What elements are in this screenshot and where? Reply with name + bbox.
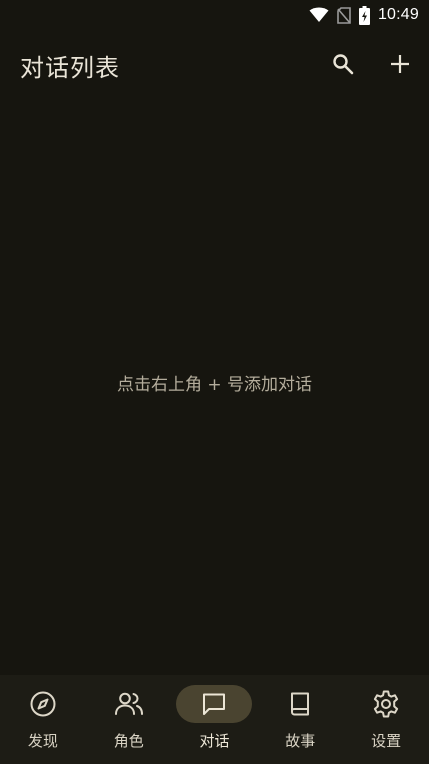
nav-icon-container xyxy=(348,685,424,723)
status-bar: 10:49 xyxy=(0,0,429,30)
nav-item-stories[interactable]: 故事 xyxy=(257,675,343,764)
book-icon xyxy=(291,692,310,716)
add-icon xyxy=(391,55,409,73)
empty-state-message: 点击右上角 + 号添加对话 xyxy=(116,375,313,395)
nav-item-conversations[interactable]: 对话 xyxy=(172,675,258,764)
gear-icon xyxy=(373,690,399,718)
nav-label: 对话 xyxy=(199,732,230,750)
nav-icon-container xyxy=(262,685,338,723)
page-title: 对话列表 xyxy=(20,54,120,82)
nav-label: 发现 xyxy=(27,732,58,750)
nav-icon-container xyxy=(91,685,167,723)
nav-icon-container xyxy=(5,685,81,723)
nav-item-characters[interactable]: 角色 xyxy=(86,675,172,764)
app-bar: 对话列表 xyxy=(0,40,429,88)
bottom-navigation: 发现 角色 对话 故事 设置 xyxy=(0,675,429,764)
add-conversation-button[interactable] xyxy=(382,46,418,82)
clock: 10:49 xyxy=(377,6,419,23)
search-icon xyxy=(333,54,354,75)
status-icons: 10:49 xyxy=(309,4,419,26)
compass-icon xyxy=(30,691,56,717)
nav-item-settings[interactable]: 设置 xyxy=(343,675,429,764)
screen: 10:49 对话列表 点击右上角 + 号添加对话 发现 角色 对话 故事 设置 xyxy=(0,0,429,764)
nav-active-indicator xyxy=(176,685,253,723)
nav-label: 角色 xyxy=(113,732,144,750)
chat-icon xyxy=(203,693,226,715)
no-sim-icon xyxy=(337,6,351,24)
nav-label: 设置 xyxy=(371,732,402,750)
people-icon xyxy=(114,692,143,715)
nav-label: 故事 xyxy=(285,732,316,750)
search-button[interactable] xyxy=(325,46,361,82)
battery-charging-icon xyxy=(358,5,370,25)
nav-item-discover[interactable]: 发现 xyxy=(0,675,86,764)
wifi-icon xyxy=(309,7,329,23)
